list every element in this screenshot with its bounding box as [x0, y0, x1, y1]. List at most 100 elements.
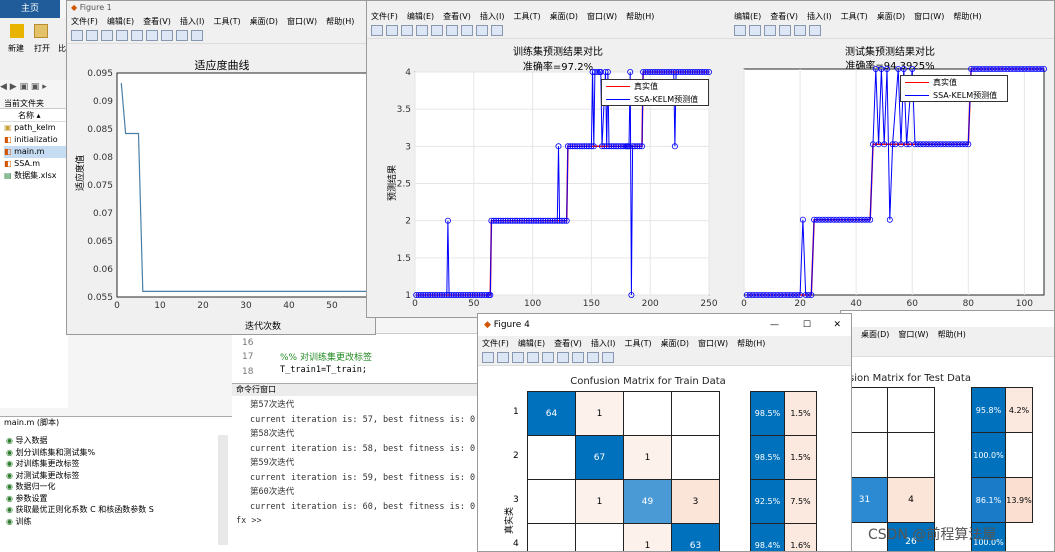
cm-summary-cell: 1.5%: [784, 435, 817, 480]
fig3-plot: 0 20 40 60 80 100: [741, 66, 1047, 309]
code-comment: %% 对训练集更改标签: [280, 353, 372, 363]
new-icon[interactable]: [10, 24, 24, 38]
cm-summary-cell: 4.2%: [1005, 387, 1033, 433]
folder-column-header[interactable]: 名称 ▴: [0, 109, 68, 122]
cm-cell: [527, 435, 576, 480]
y-tick-label: 3: [405, 142, 411, 152]
y-axis-label: 预测结果: [388, 164, 398, 201]
y-tick-label: 0.06: [93, 265, 113, 275]
command-line: current iteration is: 58, best fitness i…: [250, 443, 491, 454]
home-tab[interactable]: 主页: [0, 0, 60, 18]
y-tick-label: 2: [405, 217, 411, 227]
cm-cell: 67: [575, 435, 624, 480]
mfile-icon: ◧: [4, 147, 15, 156]
cm-cell: 1: [575, 391, 624, 436]
open-icon[interactable]: [34, 24, 48, 38]
y-tick-label: 1: [405, 291, 411, 301]
figure-2-window: 文件(F) 编辑(E) 查看(V) 插入(I) 工具(T) 桌面(D) 窗口(W) 帮助(H)…: [366, 0, 748, 318]
function-icon: ◉: [6, 505, 16, 514]
editor[interactable]: 16 17 18 %% 对训练集更改标签 T_train1=T_train;: [232, 333, 478, 383]
command-line: 第59次迭代: [250, 458, 295, 468]
x-tick-label: 80: [963, 299, 975, 309]
x-tick-label: 0: [114, 301, 120, 311]
function-item[interactable]: ◉ 参数设置: [6, 493, 232, 505]
function-item[interactable]: ◉ 训练: [6, 516, 232, 528]
excel-icon: ▤: [4, 171, 15, 180]
cm-cell: 3: [671, 479, 720, 524]
function-icon: ◉: [6, 482, 16, 491]
cm-summary-cell: 1.5%: [784, 391, 817, 436]
file-item[interactable]: ◧ initializatio: [4, 134, 68, 146]
cm-cell: [671, 435, 720, 480]
function-item[interactable]: ◉ 划分训练集和测试集%: [6, 447, 232, 459]
x-tick-label: 40: [850, 299, 862, 309]
cm-cell: [527, 523, 576, 551]
fig1-plot: 0 10 20 30 40 50 0.055 0.06 0.065 0.07 0.075 0.08 0.…: [87, 69, 375, 311]
menu-desktop[interactable]: 桌面(D): [861, 329, 889, 339]
x-tick-label: 50: [326, 301, 338, 311]
cm-cell: 1: [623, 435, 672, 480]
file-item-selected[interactable]: ◧ main.m: [4, 146, 68, 158]
command-line: current iteration is: 60, best fitness i…: [250, 501, 491, 512]
row-label: 1: [513, 407, 519, 417]
x-tick-label: 100: [1016, 299, 1033, 309]
line-number: 17: [242, 352, 254, 362]
cm-summary-cell: 95.8%: [971, 387, 1006, 433]
plot-area: [743, 68, 1045, 296]
details-scroll[interactable]: [218, 435, 228, 545]
function-item[interactable]: ◉ 获取最优正则化系数 C 和核函数参数 S: [6, 504, 232, 516]
y-tick-label: 4: [405, 68, 411, 78]
mfile-icon: ◧: [4, 159, 15, 168]
cm-cell: 49: [623, 479, 672, 524]
file-item[interactable]: ▤ 数据集.xlsx: [4, 170, 68, 182]
x-tick-label: 10: [154, 301, 166, 311]
command-line: current iteration is: 59, best fitness i…: [250, 472, 491, 483]
y-tick-label: 0.08: [93, 153, 113, 163]
menu-bar: 桌面(D) 窗口(W) 帮助(H): [841, 327, 1054, 341]
x-tick-label: 100: [524, 299, 541, 309]
x-tick-label: 20: [794, 299, 806, 309]
menu-help[interactable]: 帮助(H): [938, 329, 966, 339]
cm-cell: 64: [527, 391, 576, 436]
x-tick-label: 0: [741, 299, 747, 309]
command-window[interactable]: 命令行窗口 第57次迭代 current iteration is: 57, b…: [232, 383, 491, 552]
cm-summary-cell: 98.5%: [750, 391, 785, 436]
function-list: ◉ 导入数据 ◉ 划分训练集和测试集% ◉ 对训练集更改标签 ◉ 对测试集更改标…: [0, 429, 232, 527]
function-item[interactable]: ◉ 数据归一化: [6, 481, 232, 493]
figure-5-window: 桌面(D) 窗口(W) 帮助(H) sion Matrix for Test Dat…: [840, 310, 1055, 552]
confusion-matrix-train: 1 64 1 98.5% 1.5% 2 67 1 98.5% 1.5% 3 1 49 3 92.5% 7.5%…: [478, 314, 851, 551]
row-label: 2: [513, 451, 519, 461]
file-item[interactable]: ▣ path_kelm: [4, 122, 68, 134]
x-tick-label: 200: [642, 299, 659, 309]
plot-area: [116, 72, 375, 298]
nav-bar: ◀ ▶ ▣ ▣ ▸: [0, 82, 47, 92]
cm-summary-cell: 100.0%: [971, 432, 1006, 478]
cm-cell: 1: [575, 479, 624, 524]
folder-icon: ▣: [4, 123, 15, 132]
command-window-title: 命令行窗口: [232, 384, 478, 396]
function-icon: ◉: [6, 493, 16, 503]
function-item[interactable]: ◉ 导入数据: [6, 435, 232, 447]
function-icon: ◉: [6, 436, 16, 445]
cm-summary-cell: 1.6%: [784, 523, 817, 551]
function-item[interactable]: ◉ 对测试集更改标签: [6, 470, 232, 482]
details-title: main.m (脚本): [4, 418, 60, 427]
current-folder-panel: 名称 ▴ ▣ path_kelm ◧ initializatio ◧ main.…: [0, 108, 68, 408]
new-label: 新建: [8, 44, 24, 53]
legend-swatch-pred: [905, 95, 929, 96]
command-prompt[interactable]: fx >>: [236, 514, 478, 529]
legend: 真实值 SSA-KELM预测值: [900, 75, 1008, 102]
cm-summary-cell: [1005, 432, 1033, 478]
command-line: 第60次迭代: [250, 487, 295, 497]
function-icon: ◉: [6, 459, 16, 468]
function-item[interactable]: ◉ 对训练集更改标签: [6, 458, 232, 470]
code-line: T_train1=T_train;: [280, 365, 367, 375]
menu-window[interactable]: 窗口(W): [898, 329, 928, 339]
x-tick-label: 40: [283, 301, 295, 311]
cm-cell: [887, 432, 935, 478]
cm-summary-cell: 7.5%: [784, 479, 817, 524]
file-item[interactable]: ◧ SSA.m: [4, 158, 68, 170]
command-line: current iteration is: 57, best fitness i…: [250, 414, 491, 425]
y-tick-label: 0.09: [93, 97, 113, 107]
figure-4-window: ◆ Figure 4 — ☐ ✕ 文件(F) 编辑(E) 查看(V) 插入(I) 工具(…: [477, 313, 852, 552]
